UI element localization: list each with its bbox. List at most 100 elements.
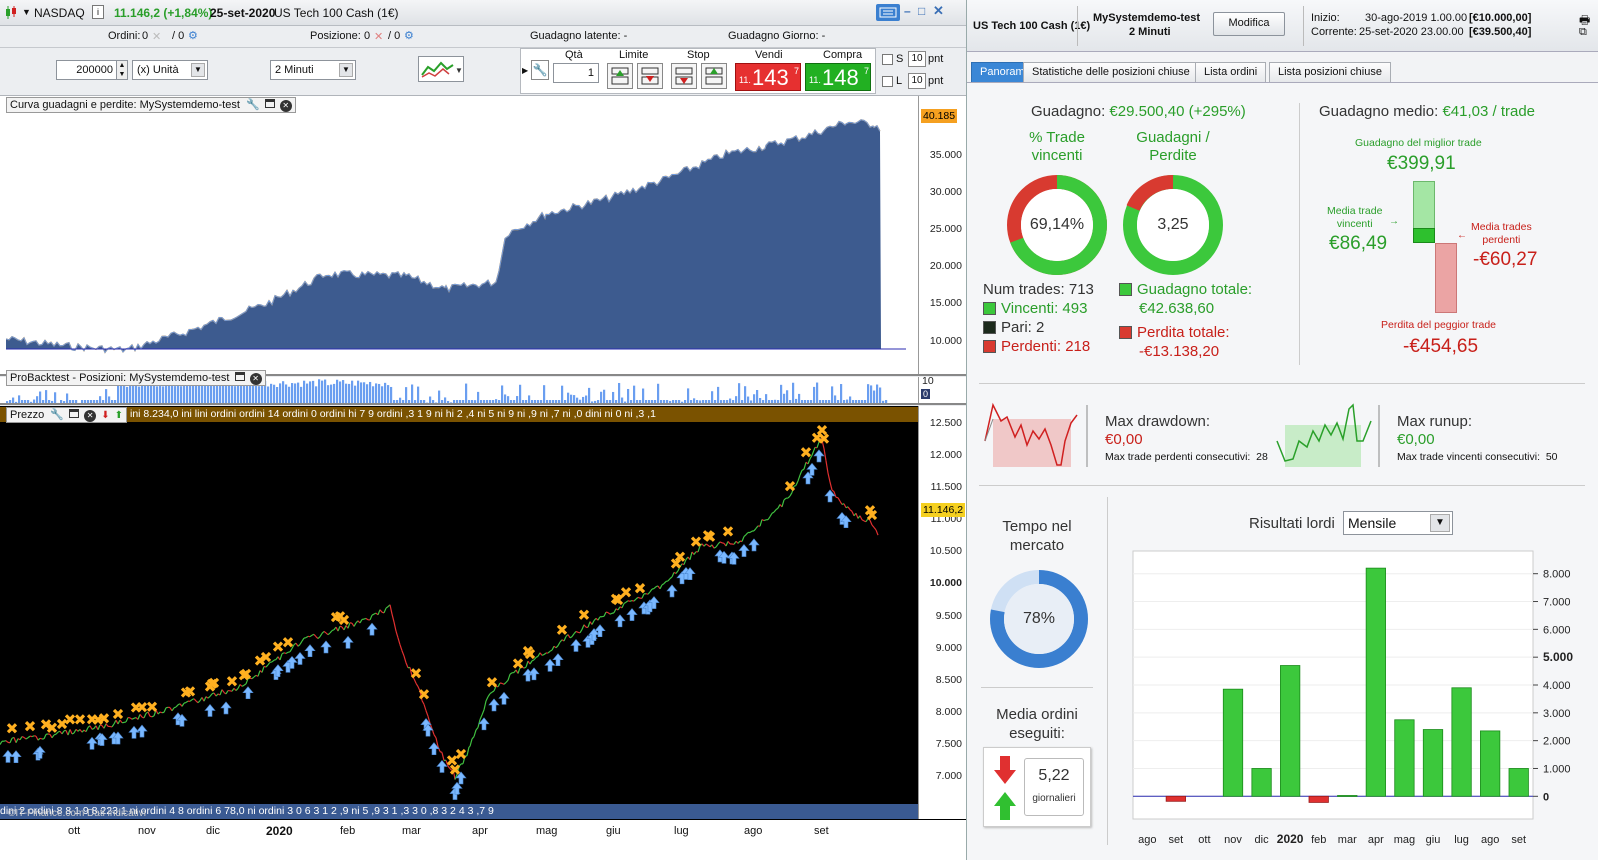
- x-category-label: ago: [1138, 834, 1156, 846]
- x-category-label: lug: [1454, 834, 1469, 846]
- tempo-label-1: Tempo nel: [1002, 518, 1072, 535]
- equity-tick: 15.000: [929, 297, 962, 309]
- buy-order-icon[interactable]: ⬆: [115, 410, 123, 421]
- timeframe-select-value: 2 Minuti: [275, 64, 314, 76]
- watermark: ©IT-Finance.com Dati indicativi: [8, 808, 146, 819]
- limit-buy-icon[interactable]: [607, 63, 633, 89]
- limit-sell-icon[interactable]: [637, 63, 663, 89]
- posizione-total: / 0: [388, 30, 401, 42]
- y-tick-label: 3.000: [1543, 708, 1571, 720]
- wrench-icon[interactable]: 🔧: [246, 99, 260, 111]
- tab-lista-ordini[interactable]: Lista ordini: [1195, 62, 1267, 82]
- report-header: US Tech 100 Cash (1€) MySystemdemo-test …: [967, 0, 1598, 52]
- peggior-trade-label: Perdita del peggior trade: [1381, 319, 1496, 331]
- sell-order-icon[interactable]: ⬇: [101, 410, 109, 421]
- x-category-label: set: [1511, 834, 1526, 846]
- quantity-input[interactable]: 200000: [56, 60, 118, 80]
- chevron-down-icon: ▼: [339, 63, 353, 77]
- positions-panel: ProBacktest - Posizioni: MySystemdemo-te…: [0, 370, 966, 405]
- posizione-label: Posizione:: [310, 30, 361, 42]
- price-tick: 10.500: [929, 545, 962, 557]
- media-perdenti-label: Media trades perdenti: [1471, 221, 1532, 247]
- maximize-icon[interactable]: □: [918, 4, 925, 18]
- runup-chart-icon: [1276, 403, 1380, 467]
- stop-buy-icon[interactable]: [671, 63, 697, 89]
- window-icon[interactable]: [234, 372, 245, 381]
- copy-icon[interactable]: ⧉: [1579, 26, 1587, 39]
- position-settings-icon[interactable]: ⚙: [404, 29, 414, 42]
- vendi-label: Vendi: [755, 49, 783, 61]
- inizio-value: [€10.000,00]: [1469, 12, 1532, 24]
- worst-trade-bar: [1435, 243, 1457, 313]
- media-ordini-label-1: Media ordini: [996, 706, 1078, 723]
- window-icon[interactable]: [69, 409, 80, 418]
- quantity-spinner-icon[interactable]: ▲ ▼: [116, 60, 128, 80]
- tab-statistiche[interactable]: Statistiche delle posizioni chiuse: [1023, 62, 1199, 82]
- month-label: dic: [206, 825, 221, 837]
- inizio-label: Inizio:: [1311, 12, 1340, 24]
- l-checkbox[interactable]: [882, 76, 893, 87]
- result-bar: [1365, 567, 1386, 797]
- y-tick-label: 6.000: [1543, 624, 1571, 636]
- info-icon[interactable]: i: [92, 5, 104, 19]
- perdenti-count: Perdenti: 218: [1001, 338, 1091, 355]
- media-perdenti-label-2: perdenti: [1482, 234, 1521, 246]
- symbol-name[interactable]: NASDAQ: [34, 6, 85, 20]
- qta-input[interactable]: 1: [553, 63, 599, 83]
- price-tick: 12.500: [929, 417, 962, 429]
- close-icon[interactable]: ✕: [84, 410, 97, 422]
- max-runup-label: Max runup:: [1397, 413, 1473, 430]
- instrument-bar: ▼ NASDAQ i 11.146,2 (+1,84%) 25-set-2020…: [0, 0, 966, 26]
- perdenti-row: Perdenti: 218: [983, 338, 1090, 355]
- divider: [981, 687, 1093, 688]
- miglior-trade-value: €399,91: [1387, 153, 1456, 174]
- month-label: giu: [606, 825, 621, 837]
- keyboard-icon[interactable]: [876, 4, 900, 21]
- symbol-dropdown-icon[interactable]: ▼: [22, 7, 31, 17]
- avg-win-bar: [1413, 228, 1435, 243]
- expand-arrow-icon[interactable]: ▶: [522, 66, 528, 75]
- sell-button[interactable]: 11. 143 7: [735, 63, 801, 91]
- max-drawdown-label: Max drawdown:: [1105, 413, 1211, 430]
- stop-label: Stop: [687, 49, 710, 61]
- wrench-icon[interactable]: 🔧: [50, 409, 64, 421]
- wrench-icon[interactable]: 🔧: [531, 60, 549, 80]
- timeframe-select[interactable]: 2 Minuti ▼: [270, 60, 356, 80]
- x-category-label: mag: [1394, 834, 1415, 846]
- price-tick: 12.000: [929, 449, 962, 461]
- window-icon[interactable]: [264, 99, 275, 108]
- modify-button[interactable]: Modifica: [1213, 12, 1285, 36]
- close-icon[interactable]: ✕: [933, 3, 944, 19]
- buy-button[interactable]: 11. 148 7: [805, 63, 871, 91]
- equity-panel: Curva guadagni e perdite: MySystemdemo-t…: [0, 96, 966, 376]
- price-panel-header: Prezzo 🔧 ✕ ⬇ ⬆: [6, 407, 128, 423]
- pnt-label-l: pnt: [928, 75, 944, 87]
- l-points-input[interactable]: 10: [908, 73, 926, 89]
- s-points-input[interactable]: 10: [908, 51, 926, 67]
- divider: [1077, 6, 1078, 46]
- guadagno-row: Guadagno: €29.500,40 (+295%): [1031, 103, 1246, 120]
- x-category-label: feb: [1311, 834, 1326, 846]
- perdita-totale-label: Perdita totale:: [1137, 324, 1230, 341]
- pnt-label-s: pnt: [928, 53, 944, 65]
- close-icon[interactable]: ✕: [249, 373, 262, 385]
- stop-sell-icon[interactable]: [701, 63, 727, 89]
- orders-positions-bar: Ordini: 0 ✕ / 0 ⚙ Posizione: 0 ✕ / 0 ⚙ G…: [0, 26, 966, 48]
- close-position-icon[interactable]: ✕: [374, 30, 383, 43]
- y-tick-label: 4.000: [1543, 680, 1571, 692]
- tempo-value: 78%: [1022, 610, 1056, 627]
- periodo-select-value: Mensile: [1348, 515, 1397, 531]
- periodo-select[interactable]: Mensile ▼: [1343, 511, 1453, 535]
- orders-settings-icon[interactable]: ⚙: [188, 29, 198, 42]
- unit-select[interactable]: (x) Unità ▼: [132, 60, 208, 80]
- s-checkbox[interactable]: [882, 54, 893, 65]
- guadagno-totale-value: €42.638,60: [1139, 300, 1215, 317]
- chart-type-icon[interactable]: ▼: [418, 56, 464, 82]
- tab-lista-posizioni[interactable]: Lista posizioni chiuse: [1269, 62, 1391, 82]
- minimize-icon[interactable]: –: [904, 4, 911, 18]
- cancel-orders-icon[interactable]: ✕: [152, 30, 161, 43]
- report-instrument: US Tech 100 Cash (1€): [973, 20, 1091, 32]
- close-icon[interactable]: ✕: [279, 100, 292, 112]
- candlestick-icon[interactable]: [5, 6, 17, 19]
- order-strip: ini 8.234,0 ini lini ordini ordini 14 or…: [0, 407, 918, 422]
